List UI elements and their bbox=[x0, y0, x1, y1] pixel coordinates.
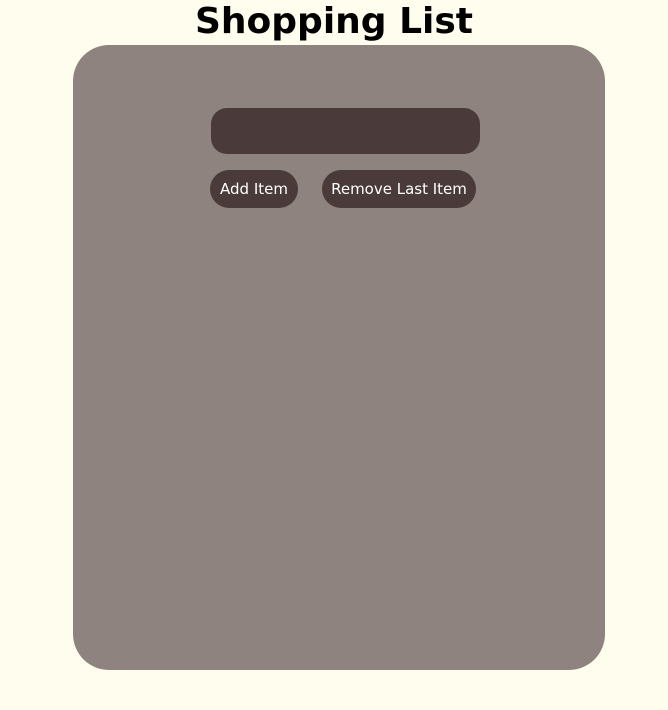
item-input[interactable] bbox=[211, 108, 480, 154]
page-title: Shopping List bbox=[194, 1, 473, 42]
shopping-list-panel: Add Item Remove Last Item bbox=[73, 45, 605, 670]
remove-last-item-button[interactable]: Remove Last Item bbox=[322, 170, 476, 208]
add-item-button[interactable]: Add Item bbox=[210, 170, 298, 208]
